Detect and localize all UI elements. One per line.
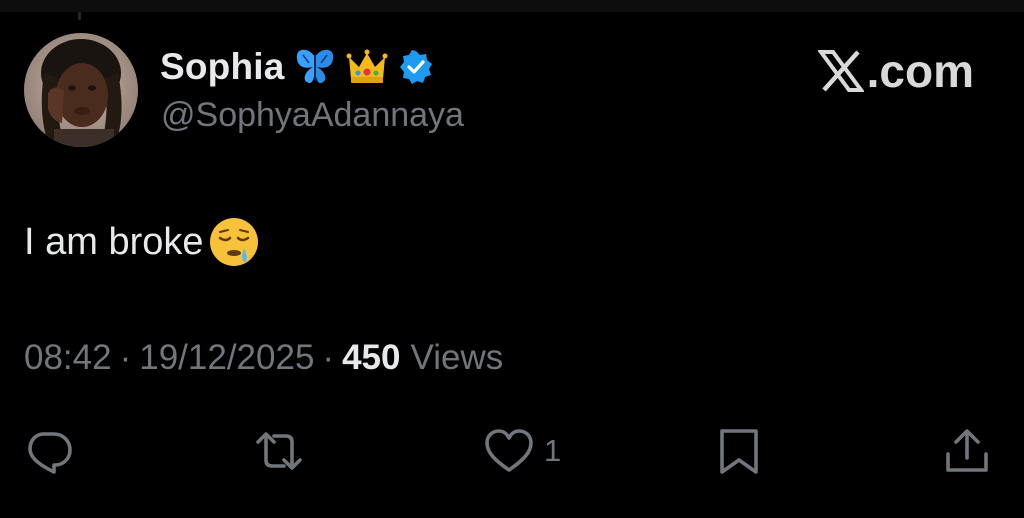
repost-icon bbox=[256, 432, 302, 470]
meta-separator: · bbox=[119, 338, 132, 377]
heart-icon bbox=[485, 429, 533, 472]
share-button[interactable] bbox=[942, 426, 992, 476]
meta-separator-2: · bbox=[322, 338, 335, 377]
tweet-time[interactable]: 08:42 bbox=[24, 338, 112, 378]
share-icon bbox=[946, 429, 988, 472]
status-dot bbox=[78, 12, 81, 20]
reply-icon bbox=[28, 432, 72, 474]
like-count: 1 bbox=[544, 433, 562, 468]
like-button[interactable]: 1 bbox=[484, 426, 561, 476]
avatar[interactable] bbox=[24, 33, 138, 147]
bookmark-button[interactable] bbox=[714, 426, 764, 476]
tweet-text-content: I am broke bbox=[24, 220, 204, 263]
avatar-photo bbox=[24, 33, 138, 147]
x-logo-icon bbox=[816, 49, 865, 93]
bookmark-icon bbox=[720, 429, 758, 474]
tweet-meta: 08:42 · 19/12/2025 · 450 Views bbox=[24, 338, 503, 378]
x-brand: .com bbox=[816, 44, 974, 98]
butterfly-emoji-icon bbox=[293, 45, 337, 89]
views-count[interactable]: 450 bbox=[342, 338, 400, 378]
status-strip bbox=[0, 0, 1024, 12]
display-name[interactable]: Sophia bbox=[160, 46, 285, 88]
views-label[interactable]: Views bbox=[410, 338, 503, 378]
author-name-row: Sophia bbox=[160, 42, 433, 92]
tweet-text: I am broke bbox=[24, 216, 260, 268]
repost-button[interactable] bbox=[254, 426, 304, 476]
brand-domain: .com bbox=[866, 45, 974, 97]
reply-button[interactable] bbox=[24, 426, 74, 476]
tweet-date[interactable]: 19/12/2025 bbox=[139, 338, 314, 378]
author-handle[interactable]: @SophyaAdannaya bbox=[161, 96, 464, 135]
verified-badge-icon[interactable] bbox=[399, 50, 433, 84]
crown-emoji-icon bbox=[345, 45, 389, 89]
sleepy-face-emoji-icon bbox=[208, 216, 260, 268]
